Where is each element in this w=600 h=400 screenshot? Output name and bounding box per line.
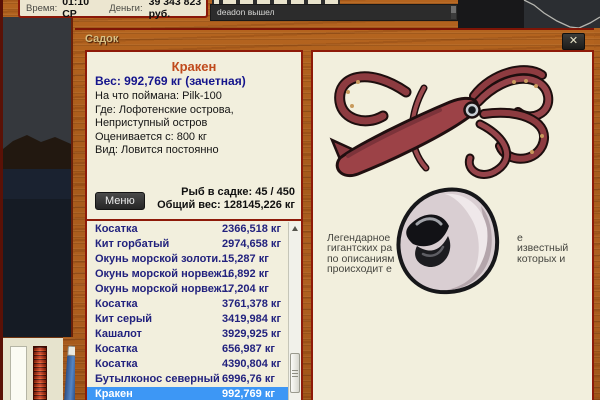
keepnet-window: Садок ✕ Кракен Вес: 992,769 кг (зачетная… xyxy=(75,28,594,400)
fish-kind: Вид: Ловится постоянно xyxy=(95,144,293,158)
scroll-thumb[interactable] xyxy=(290,353,300,393)
fish-where: Где: Лофотенские острова, Неприступный о… xyxy=(95,104,293,131)
power-meter-bar xyxy=(33,346,47,400)
fish-row[interactable]: Косатка3761,378 кг xyxy=(87,297,288,312)
fish-row[interactable]: Косатка4390,804 кг xyxy=(87,357,288,372)
fish-rated-from: Оценивается с: 800 кг xyxy=(95,131,293,145)
night-scene-image xyxy=(3,17,71,337)
fish-row[interactable]: Кашалот3929,925 кг xyxy=(87,327,288,342)
keepnet-summary: Рыб в садке: 45 / 450 Общий вес: 128145,… xyxy=(157,186,295,212)
background-scene xyxy=(3,17,73,337)
fish-row[interactable]: Окунь морской золоти...15,287 кг xyxy=(87,252,288,267)
fish-info-text: На что поймана: Pilk-100 Где: Лофотенски… xyxy=(95,90,293,158)
fish-list: Косатка2366,518 кг Кит горбатый2974,658 … xyxy=(87,222,288,400)
kraken-beak-illustration xyxy=(383,184,507,296)
mountain-ridge-image xyxy=(458,0,600,28)
chat-log: deadon вышел xyxy=(210,4,458,21)
fish-name-heading: Кракен xyxy=(87,59,301,74)
fish-description-panel: Легендарное гигантских ра по описаниям п… xyxy=(311,50,594,400)
game-screen: Время: 01:10 СР Деньги: 39 343 823 руб. … xyxy=(0,0,600,400)
status-bar: Время: 01:10 СР Деньги: 39 343 823 руб. xyxy=(18,0,208,18)
tackle-meter-panel xyxy=(3,337,63,400)
total-weight-line: Общий вес: 128145,226 кг xyxy=(157,199,295,212)
chat-scroll-thumb[interactable] xyxy=(451,6,456,13)
kraken-illustration xyxy=(328,58,560,180)
fish-weight-line: Вес: 992,769 кг (зачетная) xyxy=(95,74,246,88)
fish-row[interactable]: Бутылконос северный6996,76 кг xyxy=(87,372,288,387)
line-tension-bar xyxy=(10,346,27,400)
menu-button[interactable]: Меню xyxy=(95,192,145,210)
fish-details-panel: Кракен Вес: 992,769 кг (зачетная) На что… xyxy=(85,50,303,400)
money-label: Деньги: xyxy=(109,3,142,14)
money-value: 39 343 823 руб. xyxy=(149,0,206,20)
fish-row[interactable]: Окунь морской норвеж...17,204 кг xyxy=(87,282,288,297)
time-label: Время: xyxy=(26,3,57,14)
background-sky xyxy=(458,0,600,28)
fish-row[interactable]: Косатка656,987 кг xyxy=(87,342,288,357)
window-title: Садок xyxy=(85,33,118,45)
close-button[interactable]: ✕ xyxy=(562,33,585,50)
fish-row-selected[interactable]: Кракен992,769 кг xyxy=(87,387,288,400)
panel-divider xyxy=(87,219,301,221)
fish-count-line: Рыб в садке: 45 / 450 xyxy=(157,186,295,199)
fish-row[interactable]: Косатка2366,518 кг xyxy=(87,222,288,237)
fish-row[interactable]: Кит горбатый2974,658 кг xyxy=(87,237,288,252)
chat-message: deadon вышел xyxy=(217,7,275,17)
fish-row[interactable]: Кит серый3419,984 кг xyxy=(87,312,288,327)
fish-row[interactable]: Окунь морской норвеж...16,892 кг xyxy=(87,267,288,282)
description-text-right: е известный которых и xyxy=(517,233,568,264)
scroll-up-icon[interactable] xyxy=(292,226,298,231)
chat-scrollbar[interactable] xyxy=(451,6,456,19)
time-value: 01:10 СР xyxy=(62,0,95,20)
list-scrollbar[interactable] xyxy=(288,222,301,400)
scroll-thumb-grip xyxy=(292,370,298,377)
fish-caught-on: На что поймана: Pilk-100 xyxy=(95,90,293,104)
